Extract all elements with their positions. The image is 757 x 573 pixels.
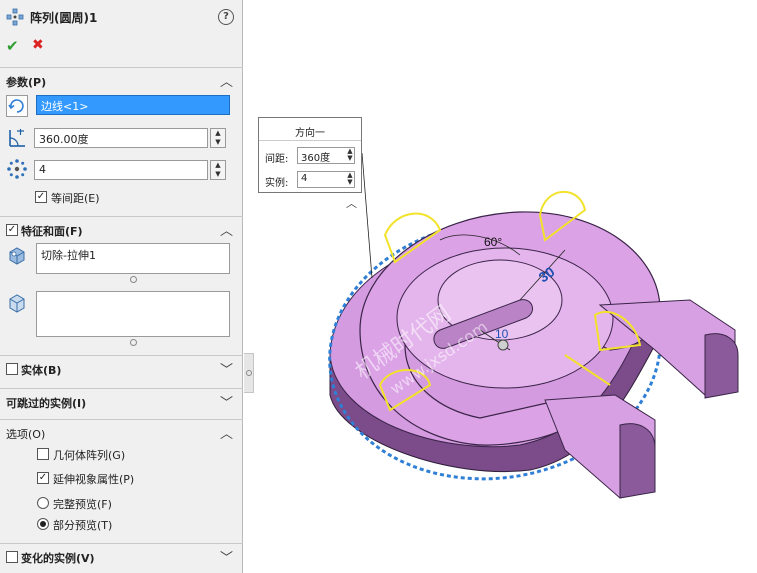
property-manager-panel: 阵列(圆周)1 ? ✔ ✖ 参数(P) ︿ 边线<1> 360.00度 ▲ ▼ 4… [0,0,243,573]
chevron-up-icon[interactable]: ︿ [220,423,233,442]
right-arm-end [704,333,739,399]
features-faces-section-header[interactable]: ✓ 特征和面(F) ︿ [0,216,243,242]
instances-icon [7,159,27,179]
rotate-direction-icon[interactable] [6,95,28,117]
callout-spacing-label: 间距: [265,154,289,165]
features-faces-header-label: 特征和面(F) [21,225,83,238]
angle-spinner[interactable]: ▲ ▼ [210,128,226,148]
graphics-viewport[interactable]: 60° 30 10 机械时代网 www.jxsd.com [244,0,757,573]
faces-list-resize-handle[interactable] [130,339,137,346]
bodies-header-label: 实体(B) [21,364,62,377]
geometry-pattern-label: 几何体阵列(G) [53,449,126,462]
equal-spacing-label: 等间距(E) [51,192,100,205]
propagate-visual-label: 延伸视象属性(P) [53,473,135,486]
angle-input[interactable]: 360.00度 [34,128,208,148]
features-faces-checkbox[interactable]: ✓ [6,224,18,236]
varying-instances-checkbox[interactable] [6,551,18,563]
instances-spinner[interactable]: ▲ ▼ [210,160,226,180]
callout-spacing-spinner[interactable]: ▲ ▼ [344,148,356,163]
chevron-down-icon[interactable]: ﹀ [220,392,233,411]
angle-dimension[interactable]: 60° [484,235,502,249]
feature-title: 阵列(圆周)1 [30,11,98,25]
instances-input[interactable]: 4 [34,160,208,180]
chevron-down-icon[interactable]: ﹀ [220,359,233,378]
features-list-resize-handle[interactable] [130,276,137,283]
help-icon[interactable]: ? [218,9,234,25]
skip-instances-section-header[interactable]: 可跳过的实例(I) ﹀ [0,388,243,414]
callout-instances-label: 实例: [265,178,289,189]
feature-title-bar: 阵列(圆周)1 ? [0,0,243,34]
skip-instances-header-label: 可跳过的实例(I) [6,397,87,410]
bodies-checkbox[interactable] [6,363,18,375]
pattern-axis-field[interactable]: 边线<1> [36,95,230,115]
full-preview-radio[interactable] [37,497,49,509]
bottom-arm-end [619,423,656,499]
small-dimension[interactable]: 10 [495,327,509,341]
chevron-down-icon[interactable]: ﹀ [220,547,233,566]
propagate-visual-checkbox[interactable]: ✓ [37,472,49,484]
bodies-section-header[interactable]: 实体(B) ﹀ [0,355,243,381]
options-section-header[interactable]: 选项(O) ︿ [0,419,243,445]
chevron-up-icon[interactable]: ︿ [220,71,233,90]
features-list[interactable]: 切除-拉伸1 [36,243,230,274]
parameters-section-header[interactable]: 参数(P) ︿ [0,67,243,93]
faces-to-pattern-icon [9,294,25,313]
list-item[interactable]: 切除-拉伸1 [41,247,225,263]
faces-list[interactable] [36,291,230,337]
chevron-up-icon[interactable]: ︿ [220,220,233,239]
varying-instances-section-header[interactable]: 变化的实例(V) ﹀ [0,543,243,569]
partial-preview-label: 部分预览(T) [53,519,113,532]
features-to-pattern-icon [9,247,25,265]
equal-spacing-checkbox[interactable]: ✓ [35,191,47,203]
angle-icon [9,129,25,147]
callout-title: 方向一 [295,128,325,139]
parameters-header-label: 参数(P) [6,76,47,89]
direction-callout[interactable]: 方向一 间距: 360度 ▲ ▼ 实例: 4 ▲ ▼ [258,117,362,193]
origin-marker [497,339,509,351]
options-header-label: 选项(O) [6,428,46,441]
callout-collapse-icon[interactable]: ︿ [346,195,357,211]
x-icon[interactable]: ✖ [32,37,44,53]
geometry-pattern-checkbox[interactable] [37,448,49,460]
callout-instances-spinner[interactable]: ▲ ▼ [344,172,356,187]
partial-preview-radio[interactable] [37,518,49,530]
full-preview-label: 完整预览(F) [53,498,112,511]
varying-instances-header-label: 变化的实例(V) [21,552,95,565]
circular-pattern-icon [6,8,24,26]
check-icon[interactable]: ✔ [6,37,19,55]
